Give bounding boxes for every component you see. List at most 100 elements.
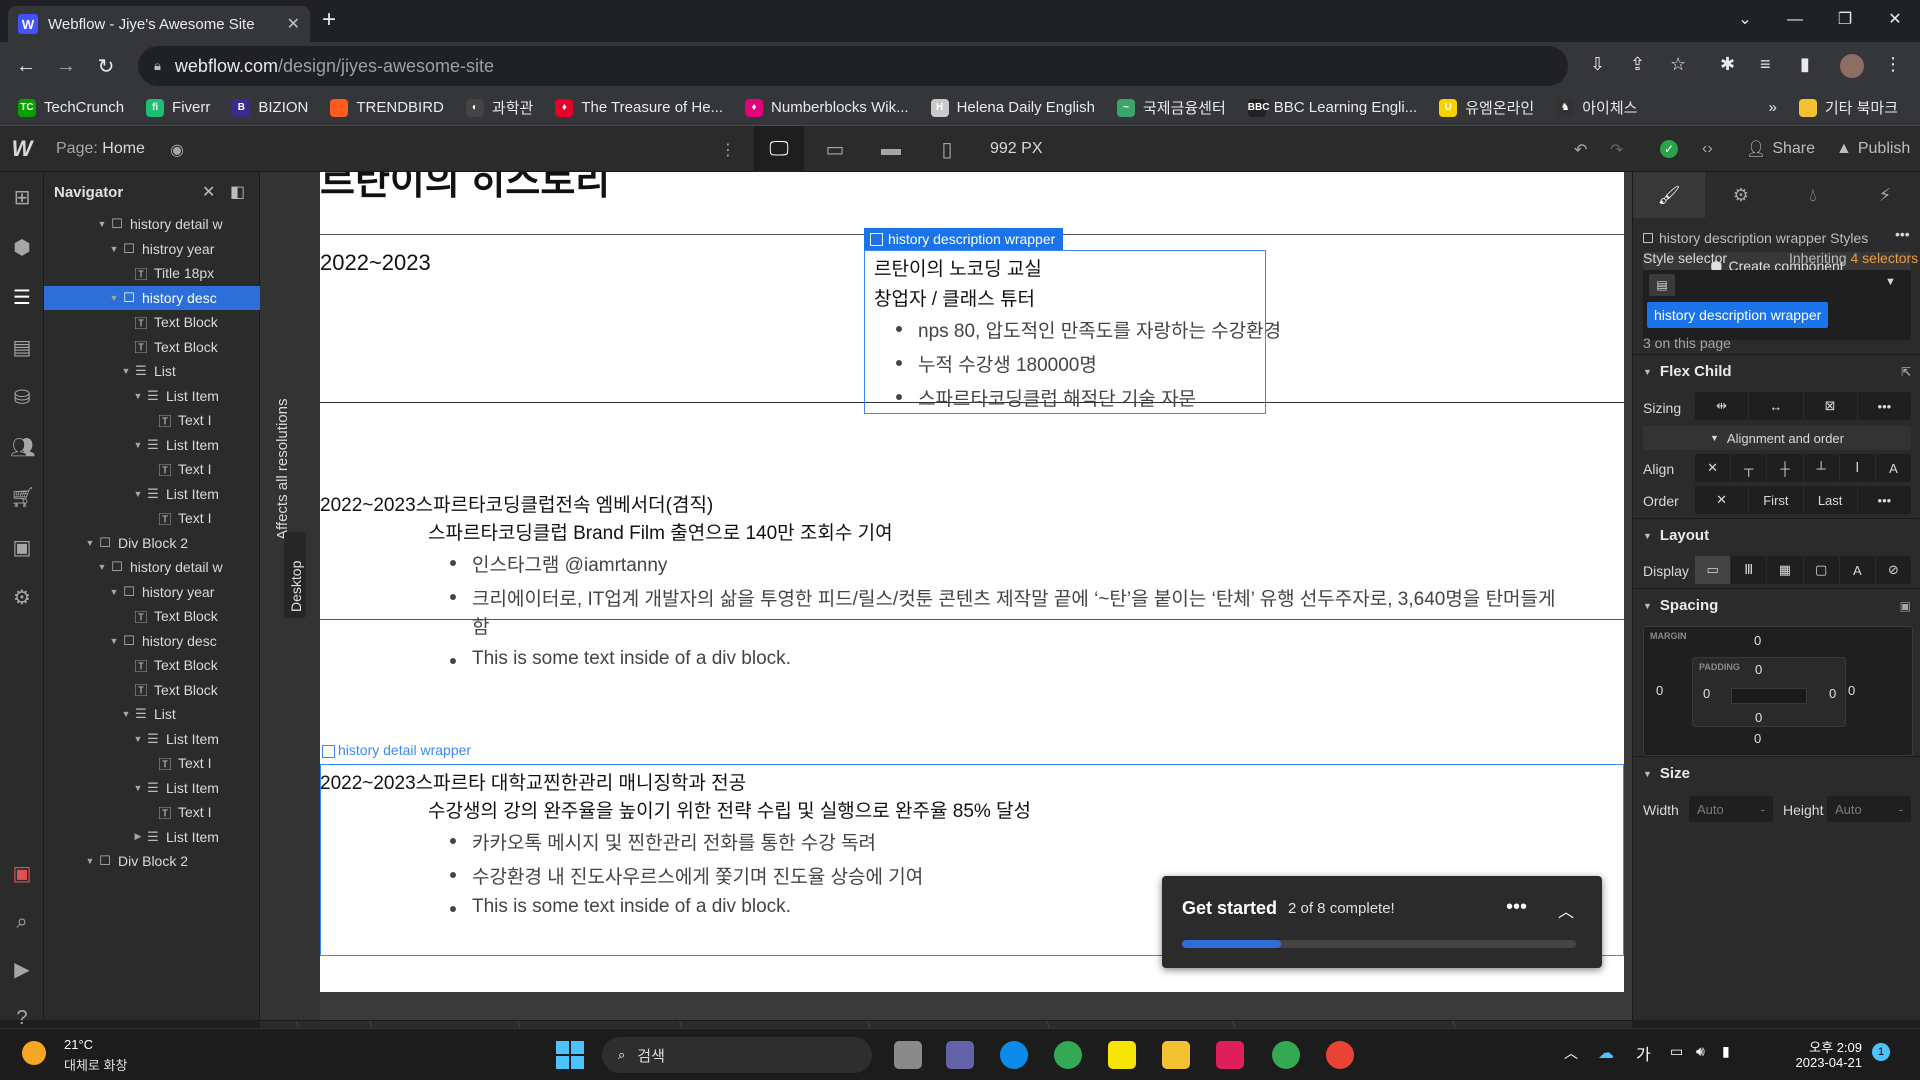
padding-top[interactable]: 0 [1755,662,1762,677]
preview-eye-icon[interactable]: ◉ [170,140,184,160]
margin-left[interactable]: 0 [1656,683,1663,698]
bookmarks-more-icon[interactable]: » [1768,99,1776,116]
tree-caret-icon[interactable]: ▼ [108,587,120,597]
media-icon[interactable]: ≡ [1760,54,1771,75]
users-icon[interactable]: 👥︎ [10,436,35,460]
tab-close-icon[interactable]: ✕ [287,14,300,34]
bookmark-item[interactable]: ~ 국제금융센터 [1116,97,1226,118]
desktop-breakpoint-icon[interactable]: 🖵︎ [754,126,804,172]
navigator-item[interactable]: ▶ ☰ List Item [44,825,260,849]
interactions-bolt-icon[interactable]: ⚡︎ [1849,172,1920,218]
bookmark-item[interactable]: ♦ The Treasure of He... [555,98,723,117]
edge-icon[interactable] [1000,1041,1028,1069]
navigator-item[interactable]: 🅃 Text I [44,457,260,481]
task-view-icon[interactable] [894,1041,922,1069]
tree-caret-icon[interactable]: ▼ [108,293,120,303]
width-input[interactable]: Auto - [1689,796,1773,822]
extensions-icon[interactable]: ✱ [1720,54,1735,75]
display-inline-icon[interactable]: A [1840,556,1876,584]
assets-icon[interactable]: ▣ [10,536,34,560]
page-selector[interactable]: Page: Home [56,140,145,158]
add-elements-icon[interactable]: ⊞ [10,186,34,210]
display-block-icon[interactable]: ▭ [1695,556,1732,584]
margin-bottom[interactable]: 0 [1754,731,1761,746]
install-icon[interactable]: ⇩ [1590,54,1605,75]
padding-left[interactable]: 0 [1703,686,1710,701]
bookmark-item[interactable]: H Helena Daily English [930,98,1095,117]
bookmark-star-icon[interactable]: ☆ [1670,54,1686,75]
windows-start-icon[interactable] [556,1041,584,1069]
bookmark-item[interactable]: fi Fiverr [146,98,210,117]
navigator-item[interactable]: ▼ ☰ List [44,359,260,383]
collapse-chevron-icon[interactable]: ︿ [1558,898,1574,922]
navigator-item[interactable]: 🅃 Text I [44,506,260,530]
network-icon[interactable]: ▭ [1670,1043,1683,1060]
new-tab-icon[interactable]: + [322,6,336,34]
navigator-item[interactable]: ▼ ☰ List [44,702,260,726]
tree-caret-icon[interactable]: ▼ [132,489,144,499]
cms-icon[interactable]: ⛁ [10,386,34,410]
navigator-item[interactable]: ▼ ☐ histroy year [44,237,260,261]
navigator-item[interactable]: ▼ ☐ history detail w [44,212,260,236]
mobile-portrait-breakpoint-icon[interactable]: ▯ [922,126,972,172]
bookmark-item[interactable]: TC TechCrunch [18,98,124,117]
navigator-item[interactable]: ▼ ☐ history detail w [44,555,260,579]
bookmark-item[interactable]: TRENDBIRD [330,98,444,117]
sizing-more-icon[interactable]: ••• [1858,392,1911,420]
bookmark-item[interactable]: U 유엠온라인 [1439,97,1534,118]
minimize-icon[interactable]: — [1770,4,1820,36]
navigator-icon[interactable]: ☰ [10,286,34,310]
ime-indicator[interactable]: 가 [1636,1041,1651,1065]
sidepanel-icon[interactable]: ▮ [1800,54,1810,75]
navigator-item[interactable]: 🅃 Text Block [44,604,260,628]
redo-icon[interactable]: ↷ [1610,140,1623,160]
navigator-item[interactable]: ▼ ☰ List Item [44,384,260,408]
padding-bottom[interactable]: 0 [1755,710,1762,725]
pages-icon[interactable]: ▤ [10,336,34,360]
battery-icon[interactable]: ▮ [1722,1043,1730,1060]
align-start-icon[interactable]: ┬ [1731,454,1768,482]
flex-child-section[interactable]: ▼ Flex Child ⇱ [1633,354,1920,388]
align-stretch-icon[interactable]: Ⅰ [1840,454,1876,482]
navigator-item[interactable]: ▼ ☰ List Item [44,433,260,457]
inheriting-selectors-link[interactable]: 4 selectors [1850,250,1918,266]
undo-icon[interactable]: ↶ [1574,140,1587,160]
margin-right[interactable]: 0 [1848,683,1855,698]
ecommerce-icon[interactable]: 🛒︎ [10,486,35,510]
file-explorer-icon[interactable] [1162,1041,1190,1069]
more-icon[interactable]: ••• [1506,896,1527,919]
components-icon[interactable]: ⬢ [10,236,34,260]
spacing-expand-icon[interactable]: ▣ [1900,599,1911,613]
selector-dropdown-chevron-icon[interactable]: ▼ [1885,276,1896,288]
tree-caret-icon[interactable]: ▼ [96,562,108,572]
chrome-profile-icon[interactable] [1272,1041,1300,1069]
sizing-grow-icon[interactable]: ↔ [1749,392,1804,420]
navigator-item[interactable]: ▼ ☐ Div Block 2 [44,849,260,873]
sizing-none-icon[interactable]: ⊠ [1804,392,1858,420]
address-bar[interactable]: 🔒︎ webflow.com /design/jiyes-awesome-sit… [138,46,1568,86]
navigator-item[interactable]: ▼ ☰ List Item [44,776,260,800]
kakaotalk-icon[interactable] [1108,1041,1136,1069]
spacing-section[interactable]: ▼ Spacing ▣ [1633,588,1920,622]
onedrive-icon[interactable]: ☁ [1598,1043,1614,1063]
restore-icon[interactable]: ❐ [1820,4,1870,36]
tablet-breakpoint-icon[interactable]: ▭ [810,126,860,172]
browser-menu-icon[interactable]: ⋮ [1884,54,1902,75]
navigator-item[interactable]: 🅃 Text I [44,751,260,775]
navigator-close-icon[interactable]: ✕ [202,182,215,202]
settings-tab-gear-icon[interactable]: ⚙ [1705,172,1777,218]
navigator-item[interactable]: 🅃 Text Block [44,678,260,702]
height-unit[interactable]: - [1899,802,1903,817]
tree-caret-icon[interactable]: ▼ [132,440,144,450]
bookmark-item[interactable]: ♦ Numberblocks Wik... [745,98,909,117]
tray-chevron-icon[interactable]: ︿ [1564,1043,1578,1063]
size-section[interactable]: ▼ Size [1633,756,1920,790]
navigator-item[interactable]: 🅃 Text Block [44,310,260,334]
style-manager-drops-icon[interactable]: 💧︎ [1777,172,1849,218]
forward-icon[interactable]: → [46,55,86,78]
expand-icon[interactable]: ⇱ [1901,365,1911,379]
tree-caret-icon[interactable]: ▼ [96,219,108,229]
width-unit[interactable]: - [1761,802,1765,817]
browser-tab[interactable]: W Webflow - Jiye's Awesome Site ✕ [8,6,310,42]
selector-state-icon[interactable]: ▤ [1649,274,1675,296]
